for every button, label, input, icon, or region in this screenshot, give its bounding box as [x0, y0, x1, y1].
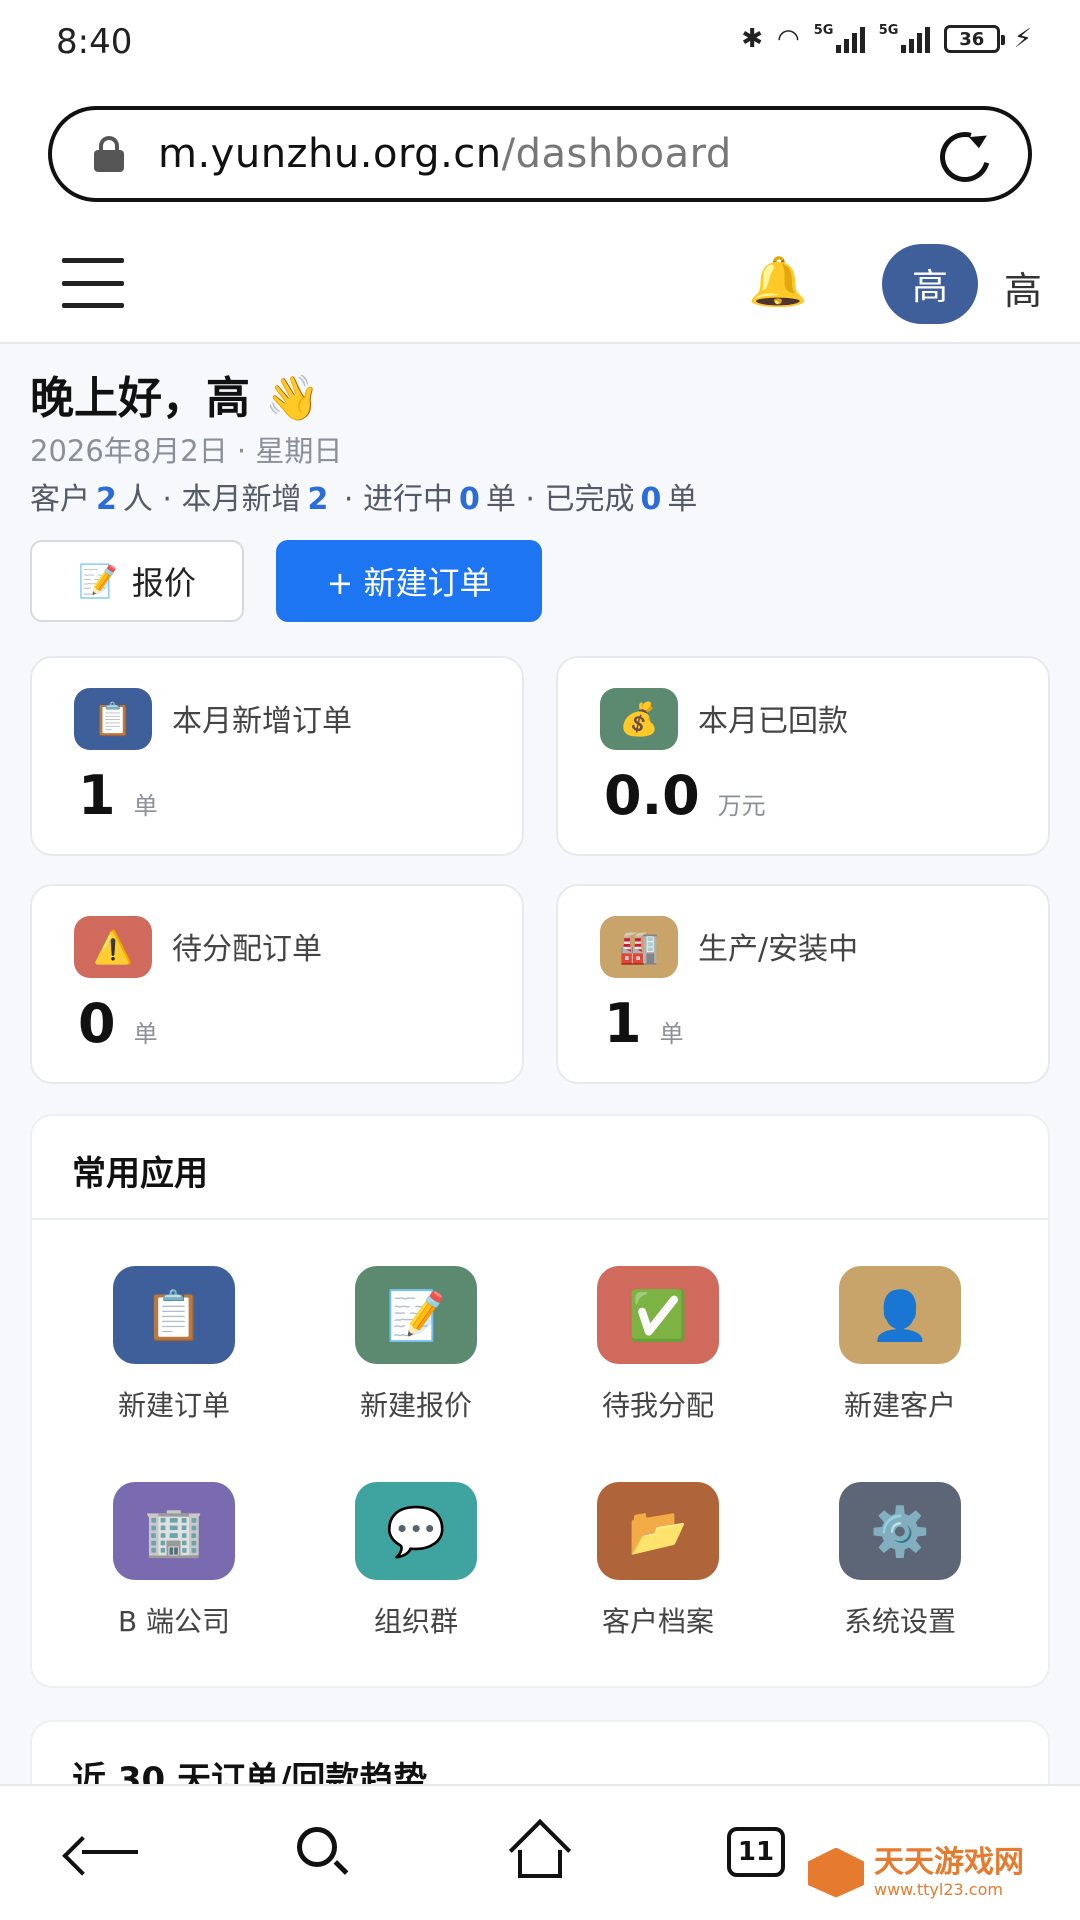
wifi-icon: ◠ — [777, 24, 800, 54]
building-icon: 🏢 — [113, 1482, 235, 1580]
url-bar[interactable]: m.yunzhu.org.cn /dashboard — [48, 106, 1032, 202]
stat-value: 0单 — [78, 992, 158, 1055]
app-label: 新建客户 — [843, 1389, 956, 1422]
apps-card: 常用应用 📋 新建订单 📝 新建报价 ✅ 待我分配 👤 新建客户 🏢 B 端公司… — [30, 1114, 1050, 1688]
stat-label: 待分配订单 — [172, 932, 322, 967]
stat-label: 生产/安装中 — [698, 932, 859, 967]
tabs-button[interactable]: 11 — [720, 1820, 792, 1884]
quote-label: 报价 — [131, 564, 196, 602]
battery-icon: 36 — [943, 25, 1005, 53]
app-org-group[interactable]: 💬 组织群 — [316, 1482, 516, 1652]
home-button[interactable] — [504, 1818, 576, 1884]
bell-icon[interactable]: 🔔 — [748, 254, 808, 310]
avatar[interactable]: 高 — [882, 244, 978, 324]
stat-card-payments[interactable]: 💰 本月已回款 0.0 万元 — [556, 656, 1050, 856]
check-icon: ✅ — [597, 1266, 719, 1364]
apps-title: 常用应用 — [72, 1154, 208, 1194]
search-button[interactable] — [286, 1820, 358, 1884]
app-label: 待我分配 — [601, 1389, 714, 1422]
app-label: 客户档案 — [601, 1605, 714, 1638]
status-bar: 8:40 ✱ ◠ 5G 5G 36 ⚡ — [0, 0, 1080, 86]
stat-value: 1单 — [604, 992, 684, 1055]
tabs-count: 11 — [727, 1827, 785, 1877]
app-b-company[interactable]: 🏢 B 端公司 — [74, 1482, 274, 1652]
stat-card-production[interactable]: 🏭 生产/安装中 1单 — [556, 884, 1050, 1084]
url-host: m.yunzhu.org.cn — [158, 131, 502, 177]
app-new-customer[interactable]: 👤 新建客户 — [800, 1266, 1000, 1436]
signal-icon: 5G — [879, 23, 930, 53]
watermark-url: www.ttyl23.com — [874, 1880, 1003, 1899]
money-bag-icon: 💰 — [600, 688, 678, 750]
status-time: 8:40 — [56, 22, 133, 62]
app-label: 系统设置 — [843, 1605, 956, 1638]
app-new-order[interactable]: 📋 新建订单 — [74, 1266, 274, 1436]
person-icon: 👤 — [839, 1266, 961, 1364]
lock-icon — [94, 136, 124, 172]
clipboard-icon: 📋 — [113, 1266, 235, 1364]
watermark-logo-icon — [808, 1847, 864, 1898]
app-label: 组织群 — [373, 1605, 458, 1638]
back-button[interactable] — [62, 1820, 144, 1884]
signal-icon: 5G — [814, 23, 865, 53]
menu-icon[interactable] — [62, 258, 124, 308]
home-icon — [508, 1818, 572, 1882]
browser-toolbar: m.yunzhu.org.cn /dashboard — [0, 86, 1080, 226]
reload-icon[interactable] — [930, 122, 1000, 192]
stat-card-new-orders[interactable]: 📋 本月新增订单 1单 — [30, 656, 524, 856]
summary-line: 客户 2 人 · 本月新增 2 · 进行中 0 单 · 已完成 0 单 — [30, 482, 698, 517]
factory-icon: 🏭 — [600, 916, 678, 978]
search-icon — [295, 1825, 349, 1879]
stat-value: 1单 — [78, 764, 158, 827]
date-line: 2026年8月2日 · 星期日 — [30, 434, 343, 468]
app-label: B 端公司 — [117, 1605, 231, 1638]
app-header: 🔔 高 高 — [0, 226, 1080, 344]
charging-icon: ⚡ — [1013, 24, 1032, 54]
status-icons: ✱ ◠ 5G 5G 36 ⚡ — [741, 23, 1032, 54]
header-username[interactable]: 高 — [1004, 260, 1042, 315]
bluetooth-icon: ✱ — [741, 24, 764, 54]
app-new-quote[interactable]: 📝 新建报价 — [316, 1266, 516, 1436]
app-my-assign[interactable]: ✅ 待我分配 — [558, 1266, 758, 1436]
folder-icon: 📂 — [597, 1482, 719, 1580]
watermark: 天天游戏网 www.ttyl23.com — [808, 1846, 1024, 1899]
chat-icon: 💬 — [355, 1482, 477, 1580]
stat-card-pending[interactable]: ⚠️ 待分配订单 0单 — [30, 884, 524, 1084]
stat-value: 0.0 万元 — [604, 764, 766, 827]
app-settings[interactable]: ⚙️ 系统设置 — [800, 1482, 1000, 1652]
app-label: 新建报价 — [359, 1389, 472, 1422]
memo-icon: 📝 — [355, 1266, 477, 1364]
back-arrow-icon — [62, 1832, 138, 1876]
warning-icon: ⚠️ — [74, 916, 152, 978]
watermark-text: 天天游戏网 — [874, 1845, 1024, 1880]
divider — [32, 1218, 1048, 1220]
new-order-button[interactable]: + 新建订单 — [276, 540, 542, 622]
clipboard-icon: 📋 — [74, 688, 152, 750]
stat-label: 本月新增订单 — [172, 704, 352, 739]
quote-button[interactable]: 📝 报价 — [30, 540, 244, 622]
greeting-title: 晚上好，高 👋 — [30, 373, 321, 424]
url-path: /dashboard — [501, 131, 732, 177]
stat-label: 本月已回款 — [698, 704, 848, 739]
app-customer-archive[interactable]: 📂 客户档案 — [558, 1482, 758, 1652]
gear-icon: ⚙️ — [839, 1482, 961, 1580]
memo-icon: 📝 — [78, 562, 118, 600]
app-label: 新建订单 — [117, 1389, 230, 1422]
